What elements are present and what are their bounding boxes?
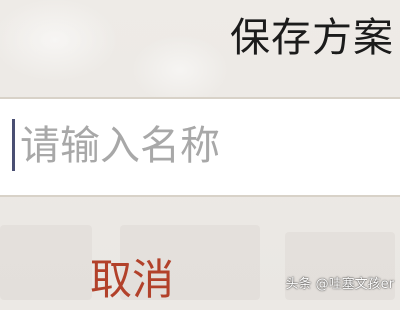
scheme-name-input[interactable] bbox=[12, 116, 392, 176]
cancel-button[interactable]: 取消 bbox=[60, 250, 204, 304]
name-input-container bbox=[0, 97, 400, 197]
dialog-title: 保存方案 bbox=[230, 15, 394, 61]
watermark: 头条 @哇塞文孩er bbox=[285, 277, 394, 292]
text-caret bbox=[12, 119, 15, 171]
